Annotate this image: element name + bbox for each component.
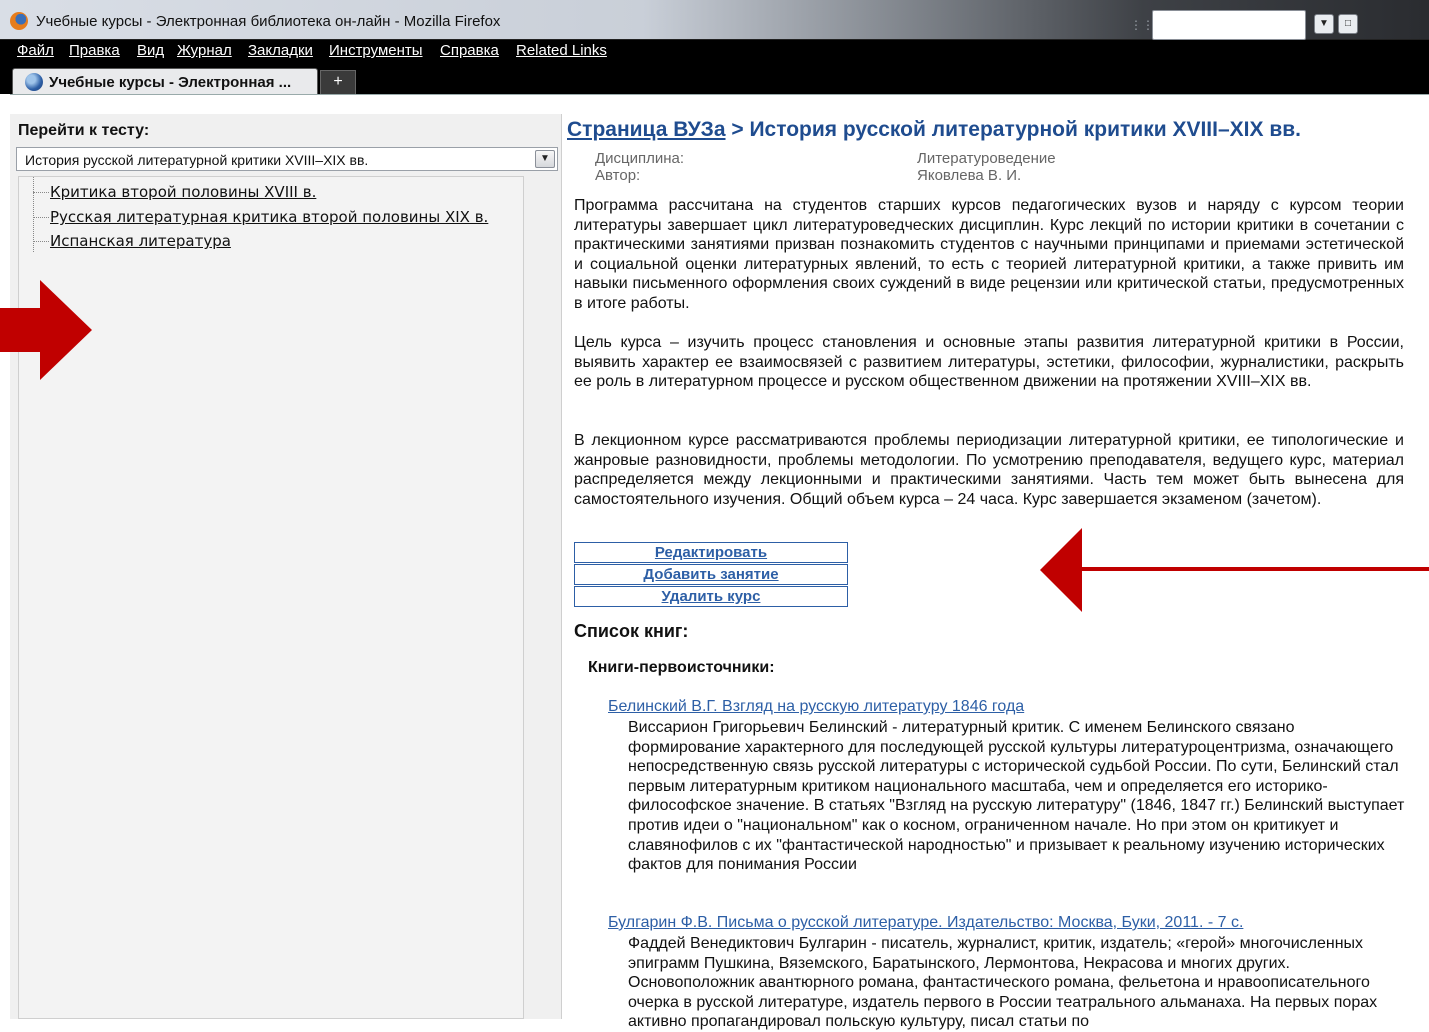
- menu-view[interactable]: Вид: [137, 42, 164, 59]
- tab-active[interactable]: Учебные курсы - Электронная ...: [12, 68, 318, 94]
- menu-related-links[interactable]: Related Links: [516, 42, 607, 59]
- breadcrumb-university-link[interactable]: Страница ВУЗа: [567, 118, 726, 141]
- book-description: Фаддей Венедиктович Булгарин - писатель,…: [628, 935, 1378, 1031]
- grip-icon: ⋮⋮: [1130, 18, 1154, 32]
- chevron-down-icon[interactable]: ▼: [535, 150, 555, 168]
- menu-bookmarks[interactable]: Закладки: [248, 42, 313, 59]
- tree-branch: [33, 241, 49, 242]
- globe-icon: [25, 73, 43, 91]
- window-search-field[interactable]: [1152, 10, 1306, 40]
- arrow-left-icon: [1040, 528, 1429, 612]
- window-titlebar: Учебные курсы - Электронная библиотека о…: [0, 0, 1429, 40]
- breadcrumb: Страница ВУЗа > История русской литерату…: [567, 118, 1301, 142]
- menu-history[interactable]: Журнал: [177, 42, 232, 59]
- discipline-label: Дисциплина:: [595, 150, 685, 167]
- menu-bar: Файл Правка Вид Журнал Закладки Инструме…: [0, 40, 1429, 66]
- course-description-paragraph: Программа рассчитана на студентов старши…: [574, 197, 1404, 312]
- course-description-paragraph: Цель курса – изучить процесс становления…: [574, 334, 1404, 391]
- left-panel: Перейти к тесту: История русской литерат…: [10, 114, 562, 1019]
- booklist-title: Список книг:: [574, 621, 689, 641]
- booklist-subtitle: Книги-первоисточники:: [588, 659, 775, 676]
- window-title: Учебные курсы - Электронная библиотека о…: [36, 13, 501, 30]
- tree-item-link[interactable]: Критика второй половины XVIII в.: [50, 183, 316, 201]
- test-select-value: История русской литературной критики XVI…: [25, 152, 369, 168]
- page-title: История русской литературной критики XVI…: [749, 118, 1301, 141]
- menu-edit[interactable]: Правка: [69, 42, 120, 59]
- course-description-paragraph: В лекционном курсе рассматриваются пробл…: [574, 432, 1404, 508]
- tree-branch: [33, 217, 49, 218]
- restore-window-button[interactable]: □: [1338, 14, 1358, 34]
- book-link[interactable]: Булгарин Ф.В. Письма о русской литератур…: [608, 914, 1243, 932]
- new-tab-button[interactable]: +: [320, 70, 356, 94]
- delete-course-button[interactable]: Удалить курс: [574, 586, 848, 607]
- author-label: Автор:: [595, 167, 641, 184]
- menu-file[interactable]: Файл: [17, 42, 54, 59]
- edit-course-button[interactable]: Редактировать: [574, 542, 848, 563]
- add-lesson-button[interactable]: Добавить занятие: [574, 564, 848, 585]
- book-link[interactable]: Белинский В.Г. Взгляд на русскую литерат…: [608, 698, 1024, 716]
- goto-test-label: Перейти к тесту:: [18, 122, 150, 139]
- tab-label: Учебные курсы - Электронная ...: [49, 74, 292, 91]
- discipline-value: Литературоведение: [917, 150, 1056, 167]
- tree-item-link[interactable]: Испанская литература: [50, 232, 231, 250]
- author-value: Яковлева В. И.: [917, 167, 1022, 184]
- topic-tree: Критика второй половины XVIII в. Русская…: [18, 176, 524, 1019]
- breadcrumb-separator: >: [725, 118, 750, 141]
- tree-branch: [33, 192, 49, 193]
- arrow-right-icon: [0, 280, 92, 380]
- chevron-down-icon[interactable]: ▼: [1314, 14, 1334, 34]
- firefox-logo-icon: [10, 12, 28, 30]
- menu-tools[interactable]: Инструменты: [329, 42, 423, 59]
- book-description: Виссарион Григорьевич Белинский - литера…: [628, 719, 1405, 874]
- menu-help[interactable]: Справка: [440, 42, 499, 59]
- tree-item-link[interactable]: Русская литературная критика второй поло…: [50, 208, 488, 226]
- tab-bar: Учебные курсы - Электронная ... +: [0, 66, 1429, 94]
- test-select[interactable]: История русской литературной критики XVI…: [16, 147, 558, 171]
